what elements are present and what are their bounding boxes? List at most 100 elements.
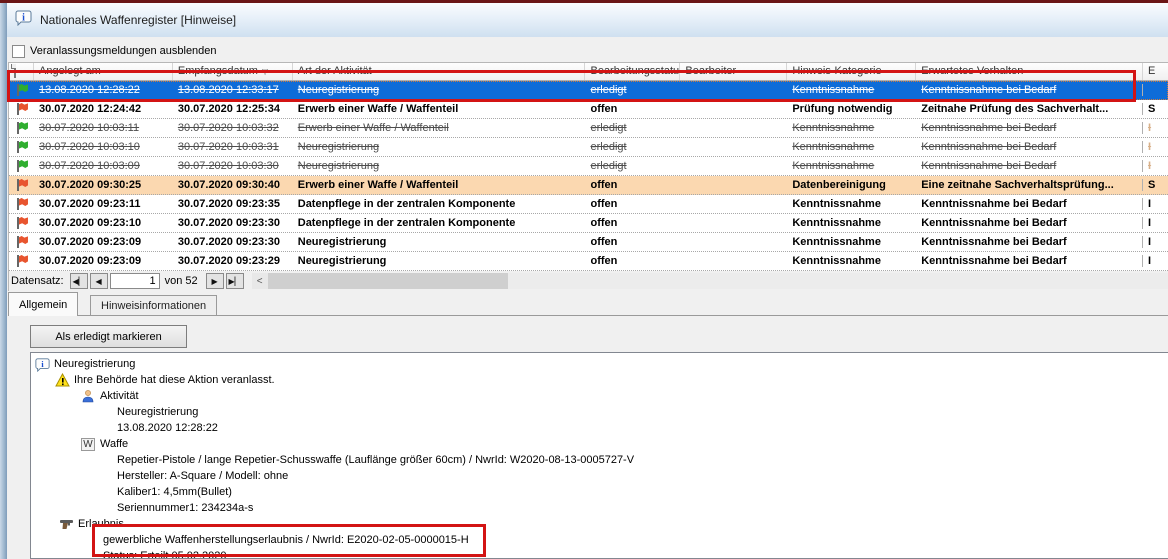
table-row[interactable]: 30.07.2020 09:23:09 30.07.2020 09:23:29 …	[9, 252, 1168, 271]
row-flag-cell	[9, 197, 34, 211]
tree-line-text: Status: Erteilt 05.02.2020	[103, 550, 227, 559]
record-navigator-label: Datensatz:	[11, 275, 64, 287]
last-record-button[interactable]: ▶▏	[226, 273, 244, 289]
cell-hinweis-kategorie: Kenntnissnahme	[787, 141, 916, 153]
header-cell-art-der-aktivitaet[interactable]: Art der Aktivität	[293, 63, 586, 80]
tab-allgemein[interactable]: Allgemein	[8, 292, 78, 316]
cell-hinweis-kategorie: Kenntnissnahme	[787, 255, 916, 267]
row-flag-cell	[9, 178, 34, 192]
header-cell-empfangsdatum[interactable]: Empfangsdatum ▽	[173, 63, 293, 80]
row-flag-cell	[9, 254, 34, 268]
cell-hinweis-kategorie: Kenntnissnahme	[787, 122, 916, 134]
window-top-border	[0, 0, 1168, 3]
header-cell-clipped: E	[1143, 63, 1168, 80]
cell-erwartetes-verhalten: Kenntnissnahme bei Bedarf	[916, 255, 1143, 267]
tree-line-text: Repetier-Pistole / lange Repetier-Schuss…	[117, 454, 634, 466]
hscroll-thumb[interactable]	[268, 273, 508, 289]
cell-bearbeitungsstatus: offen	[586, 255, 681, 267]
cell-empfangsdatum: 30.07.2020 12:25:34	[173, 103, 293, 115]
record-navigator: Datensatz: ◀▏ ◀ von 52 ▶ ▶▏ <	[8, 271, 1168, 291]
tree-line: Neuregistrierung	[31, 404, 1168, 420]
flag-icon	[14, 197, 29, 211]
row-flag-cell	[9, 235, 34, 249]
tree-line-text: Neuregistrierung	[54, 358, 135, 370]
hscroll-track[interactable]	[508, 273, 1168, 289]
hide-initiation-messages-label: Veranlassungsmeldungen ausblenden	[30, 45, 217, 57]
cell-empfangsdatum: 30.07.2020 09:23:35	[173, 198, 293, 210]
tree-line: WWaffe	[31, 436, 1168, 452]
header-label: Empfangsdatum	[178, 65, 258, 77]
cell-hinweis-kategorie: Kenntnissnahme	[787, 160, 916, 172]
cell-erwartetes-verhalten: Kenntnissnahme bei Bedarf	[916, 160, 1143, 172]
cell-clipped-fragment: S	[1143, 103, 1168, 115]
tree-line-text: Waffe	[100, 438, 128, 450]
weapon-w-icon: W	[81, 438, 100, 451]
header-cell-erwartetes-verhalten[interactable]: Erwartetes Verhalten	[916, 63, 1143, 80]
current-record-input[interactable]	[110, 273, 160, 289]
table-row[interactable]: 30.07.2020 10:03:10 30.07.2020 10:03:31 …	[9, 138, 1168, 157]
cell-bearbeitungsstatus: erledigt	[586, 160, 681, 172]
table-row[interactable]: 30.07.2020 09:23:10 30.07.2020 09:23:30 …	[9, 214, 1168, 233]
header-cell-bearbeiter[interactable]: Bearbeiter	[680, 63, 787, 80]
tree-line-text: Erlaubnis	[78, 518, 124, 530]
window-title: Nationales Waffenregister [Hinweise]	[40, 13, 236, 27]
header-cell-icon[interactable]	[9, 63, 34, 80]
cell-empfangsdatum: 30.07.2020 09:23:29	[173, 255, 293, 267]
tree-line-text: Seriennummer1: 234234a-s	[117, 502, 253, 514]
person-icon	[81, 389, 100, 403]
table-row[interactable]: 30.07.2020 12:24:42 30.07.2020 12:25:34 …	[9, 100, 1168, 119]
cell-erwartetes-verhalten: Kenntnissnahme bei Bedarf	[916, 236, 1143, 248]
cell-angelegt-am: 30.07.2020 09:23:09	[34, 236, 173, 248]
tree-line: 13.08.2020 12:28:22	[31, 420, 1168, 436]
cell-clipped-fragment: I	[1143, 217, 1168, 229]
tree-line: Aktivität	[31, 388, 1168, 404]
cell-clipped-fragment: I	[1143, 122, 1168, 134]
table-row[interactable]: 30.07.2020 09:23:11 30.07.2020 09:23:35 …	[9, 195, 1168, 214]
sort-descending-icon: ▽	[262, 67, 268, 76]
cell-erwartetes-verhalten: Kenntnissnahme bei Bedarf	[916, 141, 1143, 153]
mark-as-done-button[interactable]: Als erledigt markieren	[30, 325, 187, 348]
tree-line-text: Aktivität	[100, 390, 139, 402]
cell-empfangsdatum: 13.08.2020 12:33:17	[173, 84, 293, 96]
cell-art-der-aktivitaet: Datenpflege in der zentralen Komponente	[293, 217, 586, 229]
cell-empfangsdatum: 30.07.2020 09:30:40	[173, 179, 293, 191]
row-flag-cell	[9, 83, 34, 97]
header-cell-angelegt-am[interactable]: Angelegt am	[34, 63, 173, 80]
cell-angelegt-am: 30.07.2020 09:23:10	[34, 217, 173, 229]
header-cell-bearbeitungsstatus[interactable]: Bearbeitungsstatus	[585, 63, 680, 80]
cell-art-der-aktivitaet: Erwerb einer Waffe / Waffenteil	[293, 179, 586, 191]
cell-erwartetes-verhalten: Kenntnissnahme bei Bedarf	[916, 122, 1143, 134]
cell-empfangsdatum: 30.07.2020 10:03:31	[173, 141, 293, 153]
table-row[interactable]: 30.07.2020 09:23:09 30.07.2020 09:23:30 …	[9, 233, 1168, 252]
flag-icon	[14, 178, 29, 192]
cell-angelegt-am: 30.07.2020 12:24:42	[34, 103, 173, 115]
cell-erwartetes-verhalten: Kenntnissnahme bei Bedarf	[916, 84, 1143, 96]
cell-angelegt-am: 30.07.2020 09:30:25	[34, 179, 173, 191]
warning-icon	[55, 373, 74, 387]
tree-line-text: 13.08.2020 12:28:22	[117, 422, 218, 434]
table-row[interactable]: 30.07.2020 09:30:25 30.07.2020 09:30:40 …	[9, 176, 1168, 195]
previous-record-button[interactable]: ◀	[90, 273, 108, 289]
cell-hinweis-kategorie: Kenntnissnahme	[787, 236, 916, 248]
tree-line-text: Neuregistrierung	[117, 406, 198, 418]
first-record-button[interactable]: ◀▏	[70, 273, 88, 289]
header-cell-hinweis-kategorie[interactable]: Hinweis-Kategorie	[787, 63, 916, 80]
info-bubble-icon: i	[15, 9, 32, 31]
detail-tab-strip: Allgemein Hinweisinformationen	[8, 292, 1168, 316]
table-row[interactable]: 30.07.2020 10:03:11 30.07.2020 10:03:32 …	[9, 119, 1168, 138]
next-record-button[interactable]: ▶	[206, 273, 224, 289]
hscroll-left-arrow[interactable]: <	[252, 273, 268, 289]
cell-art-der-aktivitaet: Erwerb einer Waffe / Waffenteil	[293, 122, 586, 134]
flag-icon	[14, 140, 29, 154]
table-row[interactable]: 13.08.2020 12:28:22 13.08.2020 12:33:17 …	[9, 81, 1168, 100]
hide-initiation-messages-row: Veranlassungsmeldungen ausblenden	[12, 43, 217, 59]
table-row[interactable]: 30.07.2020 10:03:09 30.07.2020 10:03:30 …	[9, 157, 1168, 176]
hide-initiation-messages-checkbox[interactable]	[12, 45, 25, 58]
tab-hinweisinformationen[interactable]: Hinweisinformationen	[90, 295, 217, 316]
row-flag-cell	[9, 216, 34, 230]
cell-empfangsdatum: 30.07.2020 10:03:32	[173, 122, 293, 134]
svg-text:i: i	[22, 13, 25, 24]
cell-angelegt-am: 30.07.2020 09:23:11	[34, 198, 173, 210]
tree-line: iNeuregistrierung	[31, 356, 1168, 372]
cell-erwartetes-verhalten: Kenntnissnahme bei Bedarf	[916, 217, 1143, 229]
